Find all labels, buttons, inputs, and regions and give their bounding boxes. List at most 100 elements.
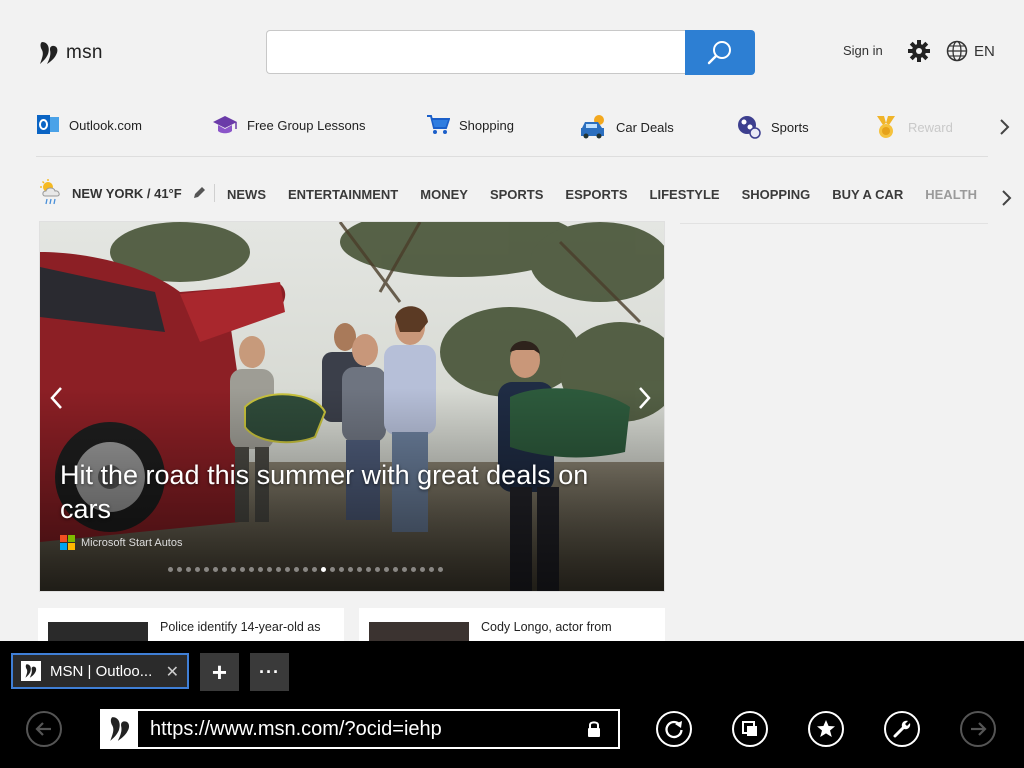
carousel-dot[interactable] <box>429 567 434 572</box>
carousel-dot[interactable] <box>420 567 425 572</box>
nav-item-entertainment[interactable]: ENTERTAINMENT <box>288 187 398 202</box>
back-button[interactable] <box>26 711 62 747</box>
wrench-icon <box>893 720 911 738</box>
forward-button[interactable] <box>960 711 996 747</box>
nav-separator <box>214 184 215 202</box>
carousel-dot[interactable] <box>348 567 353 572</box>
url-field[interactable]: https://www.msn.com/?ocid=iehp <box>100 709 620 749</box>
nav-item-buy-a-car[interactable]: BUY A CAR <box>832 187 903 202</box>
section-divider <box>36 156 988 157</box>
tab-title: MSN | Outloo... <box>50 662 153 680</box>
hero-carousel[interactable]: Hit the road this summer with great deal… <box>39 221 665 592</box>
tools-button[interactable] <box>884 711 920 747</box>
pencil-icon[interactable] <box>192 186 206 200</box>
chevron-left-icon <box>50 387 62 409</box>
shopping-cart-icon <box>427 115 450 134</box>
msn-logo[interactable]: msn <box>38 40 103 66</box>
carousel-dot[interactable] <box>375 567 380 572</box>
carousel-dot[interactable] <box>276 567 281 572</box>
outlook-icon <box>37 115 59 134</box>
msn-butterfly-icon <box>40 42 58 64</box>
carousel-dot[interactable] <box>357 567 362 572</box>
weather-widget[interactable]: NEW YORK / 41°F <box>38 178 206 208</box>
nav-item-shopping[interactable]: SHOPPING <box>742 187 811 202</box>
arrow-right-icon <box>971 722 987 736</box>
hero-headline[interactable]: Hit the road this summer with great deal… <box>60 458 640 526</box>
carousel-dot[interactable] <box>321 567 326 572</box>
logo-text: msn <box>66 42 103 63</box>
carousel-dot[interactable] <box>366 567 371 572</box>
settings-button[interactable] <box>907 39 931 68</box>
carousel-dot[interactable] <box>240 567 245 572</box>
carousel-indicators <box>168 567 443 572</box>
carousel-dot[interactable] <box>294 567 299 572</box>
carousel-dot[interactable] <box>303 567 308 572</box>
nav-item-sports[interactable]: SPORTS <box>490 187 543 202</box>
chevron-right-icon <box>639 387 651 409</box>
msn-favicon-icon <box>21 661 41 681</box>
search-input[interactable] <box>266 30 686 74</box>
quicklink-free-group-lessons[interactable]: Free Group Lessons <box>212 114 366 136</box>
quicklink-label: Free Group Lessons <box>247 117 366 133</box>
arrow-left-icon <box>35 722 51 736</box>
carousel-dot[interactable] <box>312 567 317 572</box>
hero-source[interactable]: Microsoft Start Autos <box>60 535 182 550</box>
news-card-title[interactable]: Cody Longo, actor from <box>481 620 612 634</box>
quicklink-sports[interactable]: Sports <box>736 114 809 140</box>
news-card-title[interactable]: Police identify 14-year-old as <box>160 620 321 634</box>
weather-label: NEW YORK / 41°F <box>72 185 182 201</box>
carousel-dot[interactable] <box>339 567 344 572</box>
carousel-dot[interactable] <box>258 567 263 572</box>
carousel-dot[interactable] <box>168 567 173 572</box>
nav-item-news[interactable]: NEWS <box>227 187 266 202</box>
carousel-dot[interactable] <box>249 567 254 572</box>
nav-item-money[interactable]: MONEY <box>420 187 468 202</box>
url-text[interactable]: https://www.msn.com/?ocid=iehp <box>150 718 586 741</box>
carousel-dot[interactable] <box>330 567 335 572</box>
tabs-button[interactable] <box>732 711 768 747</box>
sign-in-link[interactable]: Sign in <box>843 43 883 58</box>
nav-item-health[interactable]: HEALTH <box>925 187 977 202</box>
language-selector[interactable]: EN <box>946 40 995 62</box>
favorites-button[interactable] <box>808 711 844 747</box>
carousel-dot[interactable] <box>231 567 236 572</box>
hero-prev-button[interactable] <box>48 385 66 416</box>
browser-tab-bar: MSN | Outloo... ✕ + ··· <box>0 641 1024 698</box>
microsoft-logo-icon <box>60 535 75 550</box>
refresh-button[interactable] <box>656 711 692 747</box>
carousel-dot[interactable] <box>204 567 209 572</box>
quicklink-label: Sports <box>771 119 809 135</box>
hero-next-button[interactable] <box>635 385 653 416</box>
right-column-divider <box>680 223 988 224</box>
nav-next-button[interactable] <box>1000 189 1012 212</box>
carousel-dot[interactable] <box>285 567 290 572</box>
tab-more-button[interactable]: ··· <box>250 653 289 691</box>
carousel-dot[interactable] <box>267 567 272 572</box>
quicklink-shopping[interactable]: Shopping <box>426 114 514 136</box>
nav-item-esports[interactable]: ESPORTS <box>565 187 627 202</box>
carousel-dot[interactable] <box>222 567 227 572</box>
carousel-dot[interactable] <box>186 567 191 572</box>
nav-item-lifestyle[interactable]: LIFESTYLE <box>650 187 720 202</box>
carousel-dot[interactable] <box>384 567 389 572</box>
carousel-dot[interactable] <box>402 567 407 572</box>
quicklink-label: Shopping <box>459 117 514 133</box>
tab-close-icon[interactable]: ✕ <box>166 662 179 682</box>
carousel-dot[interactable] <box>195 567 200 572</box>
browser-tab-msn[interactable]: MSN | Outloo... ✕ <box>11 653 189 689</box>
new-tab-button[interactable]: + <box>200 653 239 691</box>
carousel-dot[interactable] <box>213 567 218 572</box>
quicklink-car-deals[interactable]: Car Deals <box>579 114 674 140</box>
graduation-cap-icon <box>213 116 237 134</box>
quicklink-label: Car Deals <box>616 119 674 135</box>
carousel-dot[interactable] <box>438 567 443 572</box>
carousel-dot[interactable] <box>411 567 416 572</box>
lock-icon[interactable] <box>586 720 602 738</box>
search-button[interactable] <box>685 30 755 75</box>
quicklinks-next-button[interactable] <box>998 118 1010 141</box>
quicklink-outlook[interactable]: Outlook.com <box>36 114 142 136</box>
carousel-dot[interactable] <box>177 567 182 572</box>
carousel-dot[interactable] <box>393 567 398 572</box>
quicklink-rewards[interactable]: Rewards <box>873 114 952 140</box>
pages-icon <box>742 721 757 736</box>
